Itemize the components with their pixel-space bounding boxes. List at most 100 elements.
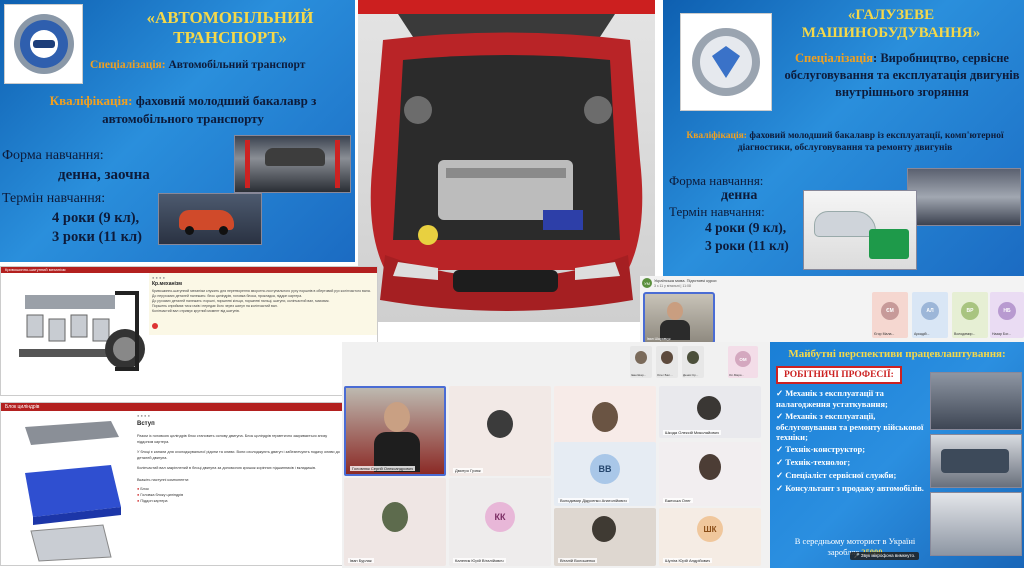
- participant-initials: КК: [485, 502, 515, 532]
- participant-initials: ШК: [697, 516, 723, 542]
- lms-next-button[interactable]: [152, 323, 158, 329]
- career-item: ✓ Технік-технолог;: [776, 457, 851, 467]
- car-engine-image: [358, 0, 655, 322]
- participant-name: Володимир Дідусенко Анатолійович: [558, 498, 629, 503]
- top-participant-tile: Олег Бал...: [656, 346, 678, 378]
- term-label: Термін навчання:: [2, 191, 106, 206]
- participant-name: Віталій Волошенко: [558, 558, 598, 563]
- form-value: денна, заочна: [58, 167, 150, 183]
- participant-tile: ЄМ Єгор Мала...: [872, 292, 908, 338]
- lms-heading: Кр.механізм: [152, 281, 182, 287]
- term-label: Термін навчання:: [669, 204, 765, 219]
- term-value-2: 3 роки (11 кл): [705, 238, 789, 253]
- participant-tile: АЛ Аркадій...: [912, 292, 948, 338]
- participant-name: Назар Бог...: [992, 332, 1011, 336]
- video-tile: Дмитро Гузюк: [449, 386, 551, 476]
- term-value-1: 4 роки (9 кл),: [705, 220, 787, 235]
- participant-initials: НБ: [998, 302, 1016, 320]
- participant-initials: ОМ: [735, 351, 751, 367]
- participant-initials: ВР: [961, 302, 979, 320]
- truck-photo: [930, 434, 1022, 488]
- participant-name: Володимир...: [954, 332, 976, 336]
- qual-label: Кваліфікація:: [686, 131, 747, 141]
- gear-car-icon: [13, 14, 74, 74]
- meet-avatar: УМ: [642, 278, 652, 288]
- participant-name: Шуліга Юрій Андрійович: [663, 558, 713, 563]
- lms-option[interactable]: ● Піддон картера: [137, 498, 343, 504]
- top-participant-tile: Денис Кр...: [682, 346, 704, 378]
- participant-tile: ВР Володимир...: [952, 292, 988, 338]
- slide-subtitle: РОБІТНИЧІ ПРОФЕСІЇ:: [776, 366, 902, 384]
- self-video-tile: Іван Шаравчук: [643, 292, 715, 342]
- lms-toolbar: ● ● ● ●: [152, 275, 165, 280]
- career-item: ✓ Консультант з продажу автомобілів.: [776, 483, 924, 493]
- top-participant-tile: ОМ Ол.Мари...: [728, 346, 758, 378]
- participant-initials: АЛ: [921, 302, 939, 320]
- slide-title: Майбутні перспективи працевлаштування:: [788, 348, 1006, 360]
- participant-initials: ВВ: [590, 454, 620, 484]
- participant-name: Аркадій...: [914, 332, 930, 336]
- lms-paragraph: Колінчастий вал закріплений в блоці двиг…: [137, 466, 317, 470]
- slide-auto-transport: «АВТОМОБІЛЬНИЙ ТРАНСПОРТ» Спеціалізація:…: [0, 0, 355, 262]
- participant-name: Олег Бал...: [657, 373, 673, 377]
- lms-header: Кривошипно-шатунний механізм: [5, 267, 66, 272]
- sales-photo: [930, 492, 1022, 556]
- meet-window-small: УМ Українська мова. Підготовчі курси 3 з…: [640, 276, 1024, 342]
- participant-name: Ол.Мари...: [729, 373, 744, 377]
- video-tile: Бжеська Олег: [659, 442, 761, 506]
- mechanic-photo-1: [930, 372, 1022, 430]
- participant-initials: ЄМ: [881, 302, 899, 320]
- form-value: денна: [721, 188, 758, 203]
- career-item: ✓ Механік з експлуатації та налагодження…: [776, 388, 888, 409]
- top-participant-tile: Іван Шар...: [630, 346, 652, 378]
- participant-name: Головлюк Сергій Олександрович: [350, 466, 415, 471]
- careers-list: ✓ Механік з експлуатації та налагодження…: [776, 386, 926, 496]
- lms-paragraph: Разом із головкою циліндрів блок станови…: [137, 434, 328, 444]
- video-tile: ВВ Володимир Дідусенко Анатолійович: [554, 442, 656, 506]
- spec-label: Спеціалізація: [795, 51, 874, 65]
- lms-header: Блок циліндрів: [5, 404, 40, 410]
- meet-title: Українська мова. Підготовчі курси: [654, 278, 717, 283]
- car-lift-photo: [234, 135, 351, 193]
- lms-toolbar: ● ● ● ●: [137, 413, 150, 418]
- engine-parts-photo: [907, 168, 1021, 226]
- qual-label: Кваліфікація:: [49, 93, 133, 108]
- video-tile: Віталій Волошенко: [554, 508, 656, 566]
- qual-value: фаховий молодший бакалавр із експлуатаці…: [737, 131, 1004, 153]
- college-logo-2: [680, 13, 772, 111]
- participant-name: Каленик Юрій Віталійович: [453, 558, 506, 563]
- college-logo: [4, 4, 83, 84]
- participant-name: Бжеська Олег: [663, 498, 693, 503]
- form-label: Форма навчання:: [669, 173, 764, 188]
- career-item: ✓ Технік-конструктор;: [776, 444, 866, 454]
- participant-name: Іван Шаравчук: [647, 337, 671, 341]
- meet-window-large: Іван Шар... Олег Бал... Денис Кр... ОМ О…: [342, 342, 770, 568]
- qualification-row: Кваліфікація: фаховий молодший бакалавр …: [671, 130, 1019, 154]
- lms-prompt: Вкажіть наступні компоненти:: [137, 478, 190, 482]
- spec-value: Автомобільний транспорт: [168, 59, 306, 71]
- video-tile: Головлюк Сергій Олександрович: [344, 386, 446, 476]
- form-label: Форма навчання:: [2, 148, 104, 163]
- lms-paragraph: У блоці є канали для охолоджувальної рід…: [137, 450, 340, 460]
- video-tile: ШК Шуліга Юрій Андрійович: [659, 508, 761, 566]
- gear-diamond-icon: [692, 28, 760, 96]
- career-item: ✓ Спеціаліст сервісної служби;: [776, 470, 897, 480]
- meet-meta: 3 з 11 у вітальні | 11:08: [654, 284, 691, 288]
- video-tile: Іван Бурлак: [344, 478, 446, 566]
- mic-muted-notice: 🎤 Звук мікрофона вимкнуто.: [850, 552, 920, 560]
- specialization-row: Спеціалізація: Виробництво, сервісне обс…: [783, 50, 1021, 101]
- slide-machine-building: «ГАЛУЗЕВЕ МАШИНОБУДУВАННЯ» Спеціалізація…: [663, 0, 1024, 276]
- slide-title: «ГАЛУЗЕВЕ МАШИНОБУДУВАННЯ»: [801, 7, 981, 41]
- term-value-2: 3 роки (11 кл): [52, 229, 142, 245]
- crankshaft-image: [5, 279, 147, 391]
- lms-window-crank: Кривошипно-шатунний механізм ● ● ● ● Кр.…: [0, 266, 378, 396]
- career-item: ✓ Механік з експлуатації, обслуговування…: [776, 411, 924, 442]
- term-value-1: 4 роки (9 кл),: [52, 210, 140, 226]
- car-front-drawing: [370, 14, 643, 311]
- qual-value: фаховий молодший бакалавр з автомобільно…: [102, 93, 317, 126]
- participant-name: Іван Шар...: [631, 373, 647, 377]
- qualification-row: Кваліфікація: фаховий молодший бакалавр …: [18, 92, 348, 128]
- participant-tile: НБ Назар Бог...: [990, 292, 1024, 338]
- cylinder-block-image: [11, 417, 129, 563]
- workshop-photo: [158, 193, 262, 245]
